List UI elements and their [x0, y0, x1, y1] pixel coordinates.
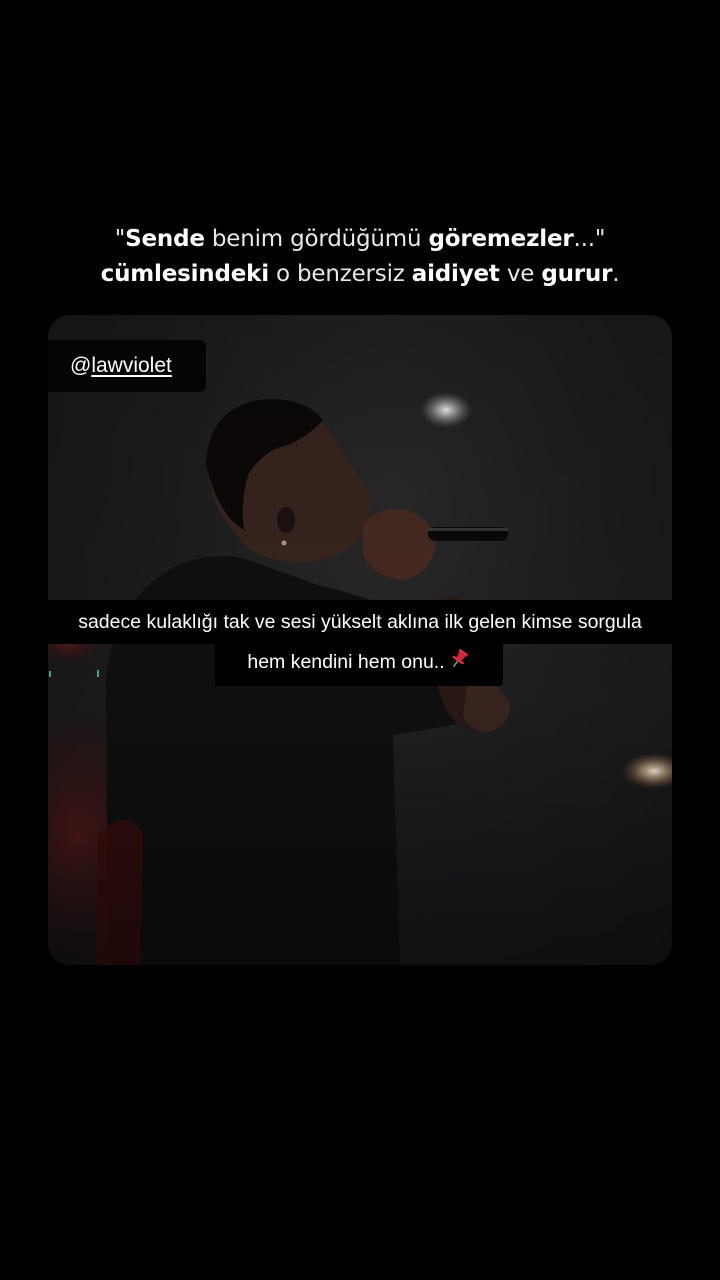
headline-quote-close: ...": [573, 226, 606, 252]
headline-fragment: ve: [499, 261, 542, 287]
headline-word-goremezler: göremezler: [428, 226, 574, 252]
headline-fragment: o benzersiz: [268, 261, 412, 287]
username-at-symbol: @: [70, 354, 92, 377]
username-tag[interactable]: @ lawviolet: [48, 340, 206, 392]
headline-word-aidiyet: aidiyet: [411, 261, 500, 287]
headline-word-gurur: gurur: [541, 261, 613, 287]
pushpin-icon: [447, 647, 471, 677]
headline-fragment: benim gördüğümü: [204, 226, 429, 252]
headline-word-sende: Sende: [125, 226, 205, 252]
username-link[interactable]: lawviolet: [91, 354, 172, 378]
caption-text-1: sadece kulaklığı tak ve sesi yükselt akl…: [78, 610, 642, 633]
caption-text-2: hem kendini hem onu..: [247, 650, 445, 673]
headline-line-2: cümlesindeki o benzersiz aidiyet ve guru…: [0, 257, 720, 292]
caption-line-2: hem kendini hem onu..: [215, 638, 503, 686]
headline-text: "Sende benim gördüğümü göremezler..." cü…: [0, 222, 720, 292]
headline-period: .: [612, 261, 620, 287]
headline-word-cumlesindeki: cümlesindeki: [100, 261, 269, 287]
headline-line-1: "Sende benim gördüğümü göremezler...": [0, 222, 720, 257]
headline-quote-open: ": [114, 226, 126, 252]
